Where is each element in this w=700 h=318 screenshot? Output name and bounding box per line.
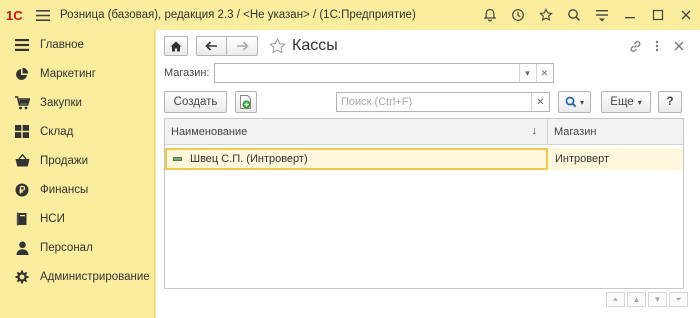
add-document-icon [240,94,251,109]
column-header-shop[interactable]: Магазин [548,119,683,144]
scroll-first-icon[interactable]: ⏶ [606,292,625,307]
table-header: Наименование ↓ Магазин [165,119,683,145]
close-form-icon[interactable] [668,36,690,56]
sidebar-item-personnel[interactable]: Персонал [0,233,154,262]
form-panel: Кассы Магазин: ▾ ✕ Создать Поиск (Ctrl+F… [156,30,700,318]
more-button[interactable]: Еще ▾ [601,91,651,113]
favorite-star-icon[interactable] [268,36,286,56]
scroll-controls: ⏶ ▲ ▼ ⏷ [604,292,688,307]
clear-search-icon[interactable]: ✕ [531,93,549,111]
search-input[interactable]: Поиск (Ctrl+F) [337,93,531,111]
sidebar-item-nsi[interactable]: НСИ [0,204,154,233]
history-icon[interactable] [504,0,532,30]
settings-icon[interactable] [588,0,616,30]
warehouse-icon [14,124,30,140]
chevron-down-icon: ▾ [637,97,642,107]
help-button[interactable]: ? [658,91,682,113]
sidebar-item-label: Склад [40,125,74,138]
shop-filter-label: Магазин: [164,67,210,79]
cell-name[interactable]: Швец С.П. (Интроверт) [165,148,548,170]
close-icon[interactable] [672,0,700,30]
sidebar-item-label: Администрирование [40,270,150,283]
search-icon[interactable] [560,0,588,30]
arrow-left-icon [205,41,217,51]
column-header-name[interactable]: Наименование ↓ [165,119,548,144]
more-button-label: Еще [610,96,634,108]
clear-icon[interactable]: ✕ [535,64,553,82]
chevron-down-icon: ▾ [579,97,584,107]
scroll-up-icon[interactable]: ▲ [627,292,646,307]
ruble-coin-icon [14,182,30,198]
person-icon [14,240,30,256]
cell-shop[interactable]: Интроверт [548,148,683,170]
svg-text:1С: 1С [6,8,23,22]
scroll-last-icon[interactable]: ⏷ [669,292,688,307]
basket-icon [14,153,30,169]
search-field[interactable]: Поиск (Ctrl+F) ✕ [336,92,550,112]
back-button[interactable] [196,36,227,56]
sidebar-item-label: Главное [40,38,84,51]
sidebar-item-label: НСИ [40,212,65,225]
home-button[interactable] [164,36,188,56]
window-title: Розница (базовая), редакция 2.3 / <Не ук… [60,9,416,21]
shop-filter-field[interactable]: ▾ ✕ [213,63,554,83]
sidebar-item-marketing[interactable]: Маркетинг [0,59,154,88]
sidebar-item-purchases[interactable]: Закупки [0,88,154,117]
forward-button[interactable] [227,36,258,56]
arrow-right-icon [236,41,249,51]
sections-panel: Главное Маркетинг Закупки Склад Продажи … [0,30,155,318]
shop-filter-input[interactable] [215,64,519,82]
dropdown-icon[interactable]: ▾ [518,64,536,82]
maximize-icon[interactable] [644,0,672,30]
sidebar-item-label: Персонал [40,241,93,254]
home-icon [170,41,182,51]
sidebar-item-label: Маркетинг [40,67,96,80]
table-row[interactable]: Швец С.П. (Интроверт) Интроверт [165,148,683,170]
pie-chart-icon [14,66,30,82]
sidebar-item-label: Продажи [40,154,89,167]
more-actions-icon[interactable] [646,36,668,56]
book-icon [14,211,30,227]
app-logo[interactable]: 1С [0,0,30,30]
item-icon [173,157,182,161]
find-button[interactable]: ▾ [558,91,591,113]
sidebar-item-finance[interactable]: Финансы [0,175,154,204]
main-menu-icon[interactable] [30,0,56,30]
sidebar-item-warehouse[interactable]: Склад [0,117,154,146]
bell-icon[interactable] [476,0,504,30]
sidebar-item-administration[interactable]: Администрирование [0,262,154,291]
sidebar-item-label: Закупки [40,96,82,109]
add-copy-button[interactable] [235,91,257,113]
magnifier-icon [565,96,577,108]
sidebar-item-label: Финансы [40,183,89,196]
create-button[interactable]: Создать [164,91,227,113]
link-icon[interactable] [624,36,646,56]
scroll-down-icon[interactable]: ▼ [648,292,667,307]
menu-lines-icon [14,37,30,53]
star-icon[interactable] [532,0,560,30]
title-bar: 1С Розница (базовая), редакция 2.3 / <Не… [0,0,700,30]
cash-registers-table[interactable]: Наименование ↓ Магазин Швец С.П. (Интров… [164,118,684,289]
sidebar-item-main[interactable]: Главное [0,30,154,59]
cart-icon [14,95,30,111]
sidebar-item-sales[interactable]: Продажи [0,146,154,175]
minimize-icon[interactable] [616,0,644,30]
sort-down-icon: ↓ [531,125,538,137]
gear-icon [14,269,30,285]
page-title: Кассы [292,37,338,54]
